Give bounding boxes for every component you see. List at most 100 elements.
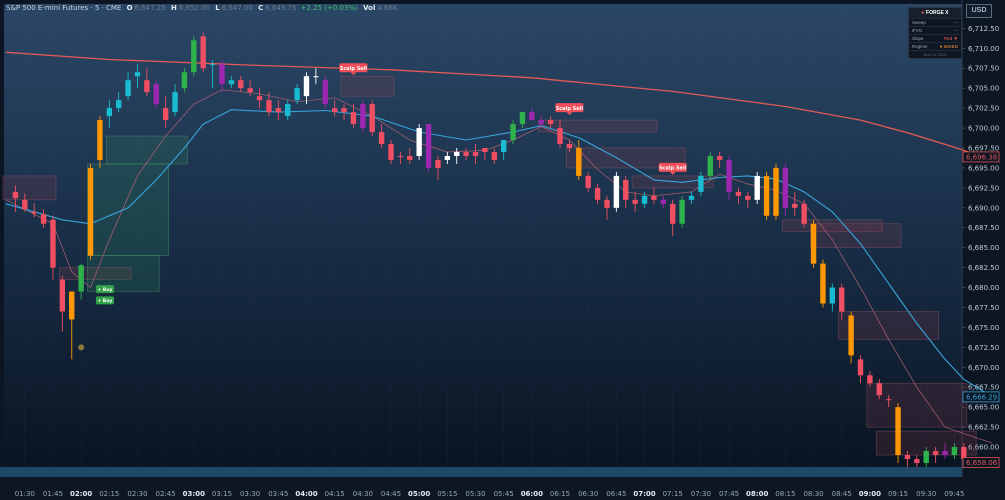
candle-body: [40, 214, 47, 224]
candle-body: [209, 64, 216, 66]
candle-body: [792, 203, 798, 208]
forge-row-value: ● MIXED: [939, 44, 958, 49]
x-tick-label: 08:30: [803, 490, 823, 498]
symbol-header: S&P 500 E-mini Futures · 5 · CME O 6,647.…: [6, 4, 398, 12]
x-tick-label: 07:15: [663, 490, 683, 498]
x-tick-label: 04:15: [325, 490, 345, 498]
candle-body: [219, 64, 225, 85]
x-tick-label: 01:30: [15, 490, 35, 498]
candle-body: [266, 100, 272, 113]
candle-body: [576, 147, 582, 176]
candle-body: [904, 455, 911, 460]
x-tick-label: 03:30: [240, 490, 260, 498]
forge-row-slope: Slope Red ▼: [909, 34, 961, 42]
x-tick-label: 08:15: [775, 490, 795, 498]
candle-body: [115, 100, 122, 109]
fvg-box: [87, 163, 169, 257]
x-tick-label: 09:45: [944, 490, 964, 498]
open-value: 6,647.25: [134, 4, 166, 12]
candle-body: [801, 203, 807, 224]
y-tick-label: 6,712.50: [968, 25, 999, 33]
candle-body: [519, 112, 526, 125]
candle-body: [97, 120, 103, 160]
candle-body: [294, 88, 300, 101]
diamond-icon: ♦: [921, 10, 925, 16]
candle-body: [594, 187, 601, 200]
candle-body: [510, 124, 516, 141]
forge-row-label: Regime: [912, 44, 928, 49]
close-label: C: [258, 4, 264, 12]
candle-body: [585, 175, 591, 188]
x-tick-label: 03:15: [212, 490, 232, 498]
candle-body: [641, 195, 648, 204]
candle-body: [407, 155, 413, 160]
close-value: 6,649.75: [265, 4, 297, 12]
x-tick-label: 02:15: [99, 490, 119, 498]
candle-body: [285, 104, 291, 117]
candle-body: [360, 104, 366, 129]
candle-body: [538, 120, 544, 125]
y-tick-label: 6,675.00: [968, 324, 999, 332]
forge-row-value: —: [953, 28, 959, 33]
candle-body: [435, 159, 441, 168]
fvg-box: [340, 75, 395, 97]
price-label-text: 6,696.38: [966, 153, 997, 161]
open-label: O: [126, 4, 133, 12]
x-tick-label: 02:00: [70, 490, 92, 498]
candle-body: [12, 191, 19, 199]
candle-body: [745, 195, 751, 200]
candle-body: [820, 263, 826, 304]
scalp-sell-label: Scalp Sell: [659, 166, 687, 172]
high-label: H: [170, 4, 177, 12]
x-tick-label: 09:30: [916, 490, 936, 498]
x-tick-label: 07:30: [691, 490, 711, 498]
candle-body: [106, 108, 112, 117]
fvg-box: [105, 135, 188, 165]
candle-body: [200, 36, 206, 69]
x-tick-label: 06:30: [578, 490, 598, 498]
y-tick-label: 6,662.50: [968, 424, 999, 432]
buy-label: + Buy: [97, 287, 112, 293]
candle-body: [885, 399, 892, 401]
y-tick-label: 6,672.50: [968, 344, 999, 352]
candle-body: [876, 383, 882, 396]
candle-body: [378, 132, 385, 145]
candle-body: [623, 179, 629, 200]
candle-body: [162, 108, 169, 121]
candle-body: [810, 223, 817, 264]
low-label: L: [215, 4, 220, 12]
candle-body: [463, 151, 469, 156]
candle-body: [848, 315, 854, 356]
candle-body: [670, 203, 676, 224]
y-tick-label: 6,687.50: [968, 224, 999, 232]
x-tick-label: 05:15: [437, 490, 457, 498]
x-tick-label: 06:45: [606, 490, 626, 498]
candle-body: [660, 199, 667, 204]
price-chart[interactable]: 01:30 01:45 02:00 02:15 02:30 02:45 03:00 03:15…: [0, 0, 1005, 500]
currency-button[interactable]: USD: [966, 4, 992, 18]
change-value: +2.25 (+0.03%): [300, 4, 358, 12]
candle-body: [707, 155, 713, 176]
x-tick-label: 07:45: [719, 490, 739, 498]
candle-body: [331, 108, 338, 113]
y-tick-label: 6,710.00: [968, 45, 999, 53]
candle-body: [228, 80, 235, 85]
candle-body: [867, 375, 873, 384]
y-tick-label: 6,682.50: [968, 264, 999, 272]
forge-row-value: Red ▼: [944, 36, 958, 41]
x-tick-label: 04:30: [353, 490, 373, 498]
candle-body: [238, 80, 244, 89]
volume-strip: [0, 467, 962, 477]
x-tick-label: 08:00: [746, 490, 768, 498]
candle-body: [857, 359, 864, 376]
buy-marker-dot: [78, 344, 85, 351]
candle-body: [369, 104, 375, 133]
candle-body: [547, 120, 554, 125]
x-tick-label: 05:00: [408, 490, 430, 498]
forge-row-label: iFVG: [912, 28, 923, 33]
candle-body: [932, 451, 939, 456]
x-tick-label: 04:45: [381, 490, 401, 498]
forge-row-ifvg: iFVG —: [909, 26, 961, 34]
candle-body: [613, 175, 620, 208]
candle-body: [444, 155, 451, 160]
